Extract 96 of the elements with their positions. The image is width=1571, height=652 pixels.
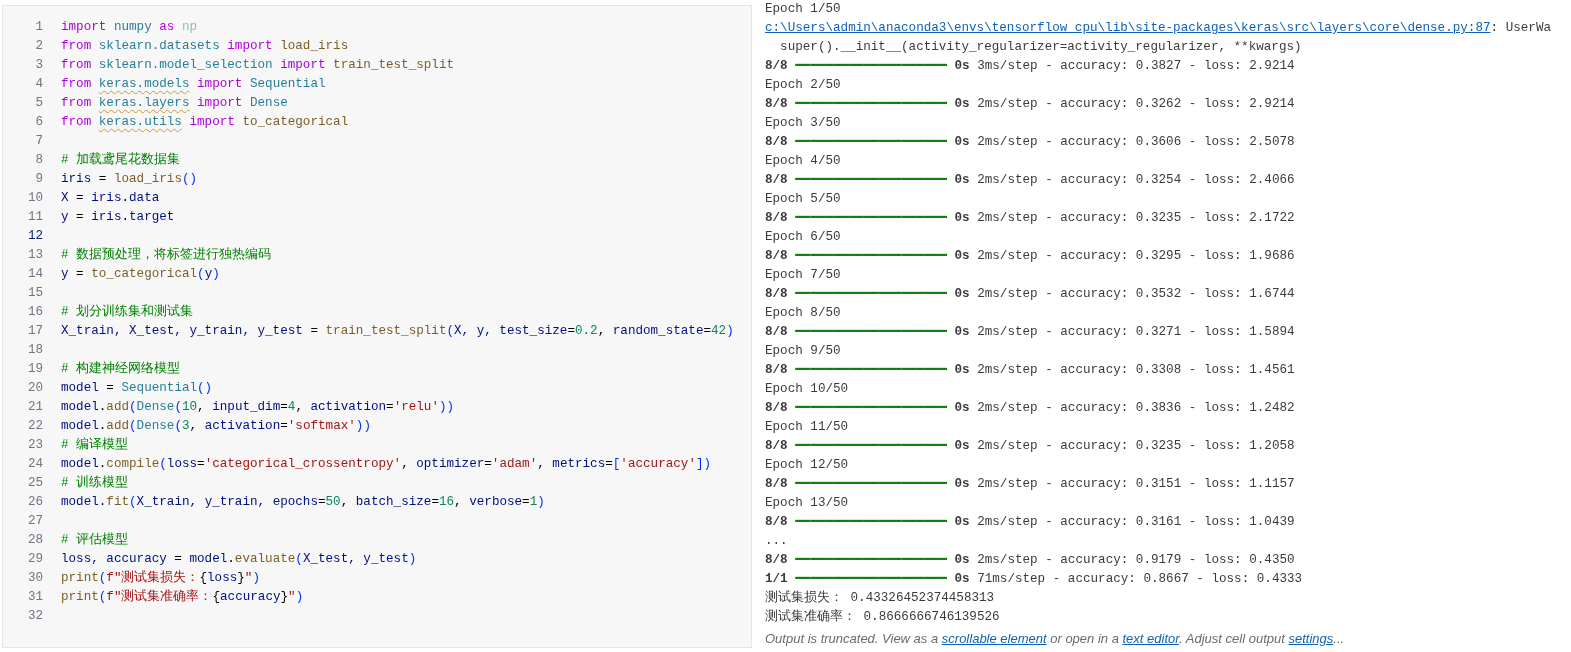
progress-line: 8/8 ━━━━━━━━━━━━━━━━━━━━ 0s 2ms/step - accuracy: 0.3235 - loss: 2.1722 (765, 210, 1296, 227)
progress-line: 8/8 ━━━━━━━━━━━━━━━━━━━━ 0s 2ms/step - accuracy: 0.3161 - loss: 1.0439 (765, 514, 1296, 531)
progress-line: 1/1 ━━━━━━━━━━━━━━━━━━━━ 0s 71ms/step - accuracy: 0.8667 - loss: 0.4333 (765, 571, 1304, 588)
line-number: 28 (26, 532, 43, 547)
line-number: 9 (34, 171, 43, 186)
code-line: y = iris.target (61, 209, 175, 224)
notice-link[interactable]: scrollable element (941, 631, 1047, 646)
code-line: print(f"测试集损失：{loss}") (61, 569, 260, 586)
progress-line: 8/8 ━━━━━━━━━━━━━━━━━━━━ 0s 2ms/step - accuracy: 0.3235 - loss: 1.2058 (765, 438, 1296, 455)
code-line: X = iris.data (61, 190, 160, 205)
code-line: # 训练模型 (61, 474, 129, 491)
output-line: Epoch 3/50 (765, 115, 842, 132)
line-number: 10 (26, 190, 43, 205)
code-line: from keras.utils import to_categorical (61, 114, 349, 129)
code-line: # 评估模型 (61, 531, 129, 548)
line-number: 25 (26, 475, 43, 490)
output-line: Epoch 8/50 (765, 305, 842, 322)
output-line: Epoch 9/50 (765, 343, 842, 360)
output-line: ... (765, 533, 789, 550)
progress-line: 8/8 ━━━━━━━━━━━━━━━━━━━━ 0s 2ms/step - accuracy: 0.3151 - loss: 1.1157 (765, 476, 1296, 493)
code-line: model.add(Dense(3, activation='softmax')) (61, 418, 371, 433)
output-line: Epoch 11/50 (765, 419, 850, 436)
line-number: 22 (26, 418, 43, 433)
code-line: model = Sequential() (61, 380, 213, 395)
line-number: 17 (26, 323, 43, 338)
progress-line: 8/8 ━━━━━━━━━━━━━━━━━━━━ 0s 2ms/step - accuracy: 0.3295 - loss: 1.9686 (765, 248, 1296, 265)
line-number: 20 (26, 380, 43, 395)
code-line: iris = load_iris() (61, 171, 198, 186)
progress-line: 8/8 ━━━━━━━━━━━━━━━━━━━━ 0s 2ms/step - accuracy: 0.3254 - loss: 2.4066 (765, 172, 1296, 189)
code-line: # 加载鸢尾花数据集 (61, 151, 181, 168)
line-number: 11 (26, 209, 43, 224)
code-line: # 构建神经网络模型 (61, 360, 181, 377)
output-line: super().__init__(activity_regularizer=activity_regularizer, **kwargs) (779, 39, 1303, 56)
line-number: 7 (34, 133, 43, 148)
output-line: Epoch 2/50 (765, 77, 842, 94)
line-number: 6 (34, 114, 43, 129)
line-number: 32 (26, 608, 43, 623)
output-line: Epoch 13/50 (765, 495, 850, 512)
progress-line: 8/8 ━━━━━━━━━━━━━━━━━━━━ 0s 2ms/step - accuracy: 0.9179 - loss: 0.4350 (765, 552, 1296, 569)
code-line: X_train, X_test, y_train, y_test = train_test_split(X, y, test_size=0.2, random_state=42) (61, 323, 734, 338)
code-line: model.add(Dense(10, input_dim=4, activation='relu')) (61, 399, 455, 414)
progress-line: 8/8 ━━━━━━━━━━━━━━━━━━━━ 0s 2ms/step - accuracy: 0.3606 - loss: 2.5078 (765, 134, 1296, 151)
line-number: 26 (26, 494, 43, 509)
output-line: 测试集损失： 0.43326452374458313 (765, 589, 996, 607)
line-number: 24 (26, 456, 43, 471)
line-number: 13 (26, 247, 43, 262)
code-line: print(f"测试集准确率：{accuracy}") (61, 588, 304, 605)
output-line: 测试集准确率： 0.8666666746139526 (765, 608, 1001, 626)
line-number: 29 (26, 551, 43, 566)
line-number: 4 (34, 76, 43, 91)
line-number: 15 (26, 285, 43, 300)
code-line: from sklearn.model_selection import train_test_split (61, 57, 454, 72)
progress-line: 8/8 ━━━━━━━━━━━━━━━━━━━━ 0s 2ms/step - accuracy: 0.3271 - loss: 1.5894 (765, 324, 1296, 341)
code-line: import numpy as np (61, 19, 198, 34)
notice-link[interactable]: settings (1288, 631, 1334, 646)
line-number: 3 (34, 57, 43, 72)
line-number: 19 (26, 361, 43, 376)
output-line: Epoch 5/50 (765, 191, 842, 208)
line-number: 21 (26, 399, 43, 414)
output-line: Epoch 6/50 (765, 229, 842, 246)
line-number: 14 (26, 266, 43, 281)
progress-line: 8/8 ━━━━━━━━━━━━━━━━━━━━ 0s 3ms/step - accuracy: 0.3827 - loss: 2.9214 (765, 58, 1296, 75)
output-line: Epoch 4/50 (765, 153, 842, 170)
code-line: # 数据预处理，将标签进行独热编码 (61, 246, 272, 263)
code-line: loss, accuracy = model.evaluate(X_test, y_test) (61, 551, 417, 566)
truncation-notice: Output is truncated. View as a scrollable element or open in a text editor. Adjust cell output settings... (765, 631, 1346, 646)
line-number: 18 (26, 342, 43, 357)
output-line: Epoch 12/50 (765, 457, 850, 474)
progress-line: 8/8 ━━━━━━━━━━━━━━━━━━━━ 0s 2ms/step - accuracy: 0.3262 - loss: 2.9214 (765, 96, 1296, 113)
code-line: from sklearn.datasets import load_iris (61, 38, 349, 53)
code-line: from keras.layers import Dense (61, 95, 288, 110)
line-number: 8 (34, 152, 43, 167)
line-number: 27 (26, 513, 43, 528)
code-line: # 划分训练集和测试集 (61, 303, 194, 320)
line-number: 5 (34, 95, 43, 110)
code-line: y = to_categorical(y) (61, 266, 220, 281)
code-line: from keras.models import Sequential (61, 76, 326, 91)
code-editor[interactable] (2, 5, 752, 648)
output-line: Epoch 1/50 (765, 1, 842, 18)
progress-line: 8/8 ━━━━━━━━━━━━━━━━━━━━ 0s 2ms/step - accuracy: 0.3836 - loss: 1.2482 (765, 400, 1296, 417)
progress-line: 8/8 ━━━━━━━━━━━━━━━━━━━━ 0s 2ms/step - accuracy: 0.3532 - loss: 1.6744 (765, 286, 1296, 303)
line-number: 2 (34, 38, 43, 53)
warning-text: : UserWa (1490, 21, 1551, 35)
code-line: # 编译模型 (61, 436, 129, 453)
output-line: Epoch 7/50 (765, 267, 842, 284)
file-link[interactable]: c:\Users\admin\anaconda3\envs\tensorflow_cpu\lib\site-packages\keras\src\layers\core\dense.py:87 (765, 21, 1491, 35)
progress-line: 8/8 ━━━━━━━━━━━━━━━━━━━━ 0s 2ms/step - accuracy: 0.3308 - loss: 1.4561 (765, 362, 1296, 379)
line-number: 31 (26, 589, 43, 604)
line-number: 23 (26, 437, 43, 452)
code-line: model.compile(loss='categorical_crossentropy', optimizer='adam', metrics=['accuracy']) (61, 456, 712, 471)
output-line: Epoch 10/50 (765, 381, 850, 398)
line-number: 30 (26, 570, 43, 585)
line-number: 16 (26, 304, 43, 319)
line-number: 1 (34, 19, 43, 34)
line-number: 12 (26, 228, 43, 243)
code-line: model.fit(X_train, y_train, epochs=50, batch_size=16, verbose=1) (61, 494, 545, 509)
